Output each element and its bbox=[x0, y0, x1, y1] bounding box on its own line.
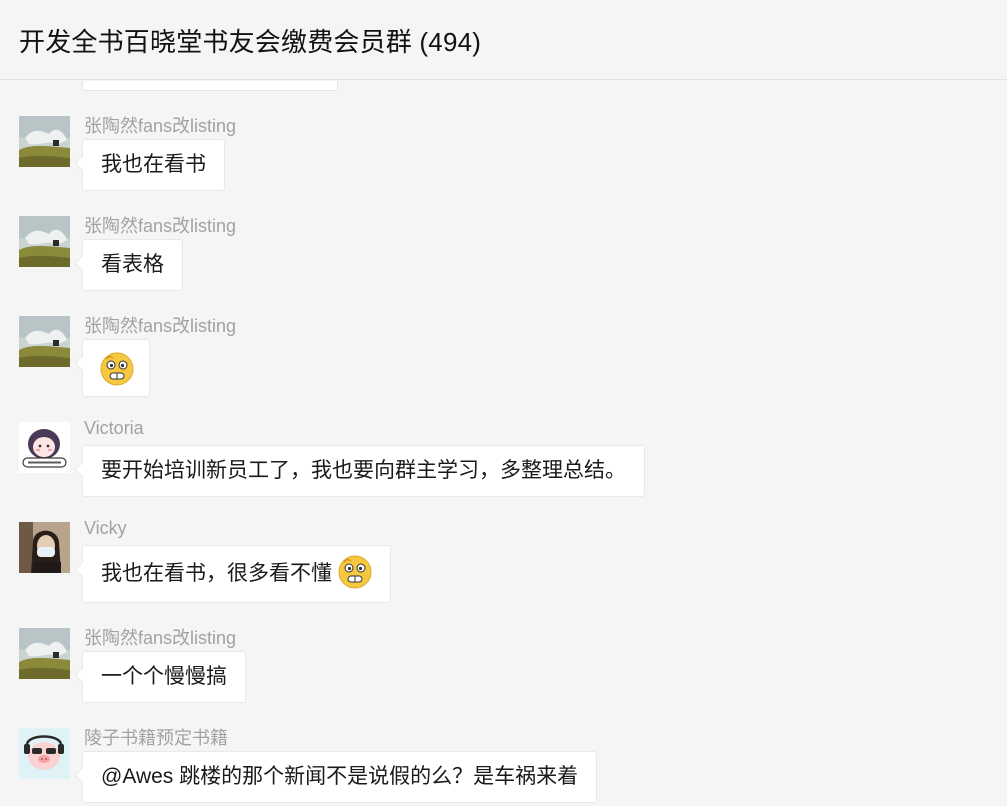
message-text: 要开始培训新员工了，我也要向群主学习，多整理总结。 bbox=[101, 459, 626, 482]
message-bubble[interactable]: 一个个慢慢搞 bbox=[82, 651, 246, 703]
message-bubble[interactable]: 要开始培训新员工了，我也要向群主学习，多整理总结。 bbox=[82, 445, 645, 497]
message-bubble[interactable]: 看表格 bbox=[82, 239, 183, 291]
cartoon-pig-avatar[interactable] bbox=[19, 728, 70, 779]
message-text: 我也在看书 bbox=[101, 153, 206, 176]
sender-name: 张陶然fans改listing bbox=[84, 116, 237, 136]
sender-name: 陵子书籍预定书籍 bbox=[84, 728, 228, 748]
message-bubble[interactable]: @Awes 跳楼的那个新闻不是说假的么？是车祸来着 bbox=[82, 751, 598, 803]
message-text: 一个个慢慢搞 bbox=[101, 665, 227, 688]
landscape-avatar[interactable] bbox=[19, 216, 70, 267]
message-bubble[interactable]: 我也在看书，很多看不懂 bbox=[82, 545, 391, 603]
sender-name: Vicky bbox=[84, 518, 127, 538]
message-bubble[interactable]: 我也在看书 bbox=[82, 139, 225, 191]
message-text: 看表格 bbox=[101, 253, 164, 276]
grimace-emoji bbox=[100, 352, 134, 386]
previous-message-bubble bbox=[82, 81, 338, 91]
masked-person-avatar[interactable] bbox=[19, 522, 70, 573]
landscape-avatar[interactable] bbox=[19, 316, 70, 367]
message-bubble[interactable] bbox=[82, 339, 150, 397]
grimace-emoji bbox=[338, 555, 372, 589]
sender-name: 张陶然fans改listing bbox=[84, 628, 237, 648]
sender-name: Victoria bbox=[84, 418, 144, 438]
chat-header: 开发全书百晓堂书友会缴费会员群 (494) bbox=[0, 0, 1007, 80]
sender-name: 张陶然fans改listing bbox=[84, 316, 237, 336]
group-title: 开发全书百晓堂书友会缴费会员群 (494) bbox=[19, 27, 482, 57]
cartoon-girl-avatar[interactable] bbox=[19, 422, 70, 473]
message-text: @Awes 跳楼的那个新闻不是说假的么？是车祸来着 bbox=[101, 765, 579, 788]
sender-name: 张陶然fans改listing bbox=[84, 216, 237, 236]
landscape-avatar[interactable] bbox=[19, 116, 70, 167]
landscape-avatar[interactable] bbox=[19, 628, 70, 679]
message-list[interactable]: 张陶然fans改listing 我也在看书 张陶然fans改listing 看表… bbox=[0, 81, 1007, 806]
message-text: 我也在看书，很多看不懂 bbox=[101, 562, 332, 585]
